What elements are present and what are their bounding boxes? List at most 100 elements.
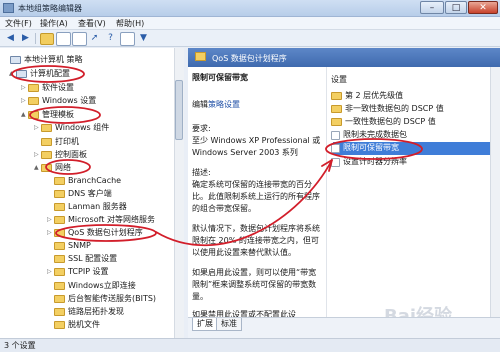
tree-pane: 本地计算机 策略 ▲ 计算机配置 ▷ 软件设置 ▷ Windows 设置 ▲ 管理模板 … — [0, 48, 184, 338]
tree-item-label: BranchCache — [68, 176, 122, 185]
tree-item-label: 计算机配置 — [30, 69, 70, 78]
folder-icon — [54, 177, 65, 185]
tree-item-label: 脱机文件 — [68, 320, 100, 329]
expand-icon[interactable]: ▷ — [21, 95, 28, 107]
tree-item-link-layer-topology[interactable]: 链路层拓扑发现 — [47, 306, 124, 318]
maximize-button[interactable]: □ — [445, 1, 467, 14]
tree-item-branchcache[interactable]: BranchCache — [47, 175, 121, 187]
setting-row-layer2-priority[interactable]: 第 2 层优先级值 — [331, 90, 403, 102]
folder-icon — [54, 308, 65, 316]
help-icon[interactable]: ? — [104, 32, 117, 44]
tree-item-admin-templates[interactable]: ▲ 管理模板 — [21, 109, 74, 121]
collapse-icon[interactable]: ▲ — [21, 109, 28, 121]
setting-row-dscp-conforming[interactable]: 一致性数据包的 DSCP 值 — [331, 116, 436, 128]
tree-item-offline-files[interactable]: 脱机文件 — [47, 319, 100, 331]
menu-bar: 文件(F) 操作(A) 查看(V) 帮助(H) — [0, 17, 500, 30]
setting-icon — [331, 131, 340, 140]
edit-policy-link[interactable]: 策略设置 — [208, 100, 240, 109]
folder-icon — [54, 295, 65, 303]
folder-icon — [54, 268, 65, 276]
collapse-icon[interactable]: ▲ — [34, 162, 41, 174]
tree-item-label: 链路层拓扑发现 — [68, 307, 124, 316]
setting-icon — [331, 144, 340, 153]
properties-icon[interactable] — [72, 32, 87, 46]
setting-label: 非一致性数据包的 DSCP 值 — [345, 104, 444, 113]
tree-item-snmp[interactable]: SNMP — [47, 240, 91, 252]
folder-icon — [54, 242, 65, 250]
menu-action[interactable]: 操作(A) — [40, 18, 68, 29]
view-icon[interactable] — [120, 32, 135, 46]
tree-item-windows-connect-now[interactable]: Windows立即连接 — [47, 280, 136, 292]
default-text: 默认情况下，数据包计划程序将系统限制在 20% 的连接带宽之内，但可以使用此设置… — [192, 224, 320, 257]
export-list-icon[interactable]: ➚ — [88, 32, 101, 44]
setting-label: 限制未完成数据包 — [343, 130, 407, 139]
tree-item-windows-components[interactable]: ▷ Windows 组件 — [34, 122, 109, 134]
tree-item-label: 管理模板 — [42, 110, 74, 119]
menu-help[interactable]: 帮助(H) — [116, 18, 144, 29]
folder-icon — [28, 97, 39, 105]
tree-item-lanman-server[interactable]: Lanman 服务器 — [47, 201, 127, 213]
disabled-text: 如果禁用此设置或不配置此设 — [192, 310, 296, 317]
tree-item-computer-config[interactable]: ▲ 计算机配置 — [9, 68, 70, 80]
settings-column-header[interactable]: 设置 — [331, 74, 347, 86]
expand-icon[interactable]: ▷ — [34, 149, 41, 161]
setting-row-dscp-nonconforming[interactable]: 非一致性数据包的 DSCP 值 — [331, 103, 444, 115]
tab-standard[interactable]: 标准 — [216, 318, 242, 331]
tree-item-tcpip[interactable]: ▷ TCPIP 设置 — [47, 266, 109, 278]
tree-item-printers[interactable]: 打印机 — [34, 136, 79, 148]
tree-item-bits[interactable]: 后台智能传送服务(BITS) — [47, 293, 156, 305]
tree-item-label: 网络 — [55, 163, 71, 172]
folder-icon — [331, 105, 342, 113]
tree-item-label: Windows 组件 — [55, 123, 110, 132]
folder-icon — [54, 216, 65, 224]
show-hide-tree-icon[interactable] — [56, 32, 71, 46]
setting-row-limit-outstanding[interactable]: 限制未完成数据包 — [331, 129, 407, 141]
folder-icon — [41, 124, 52, 132]
tree-item-qos[interactable]: ▷ QoS 数据包计划程序 — [47, 227, 143, 239]
expand-icon[interactable]: ▷ — [47, 214, 54, 226]
folder-icon — [54, 255, 65, 263]
filter-icon[interactable]: ▼ — [137, 32, 150, 44]
folder-icon — [54, 203, 65, 211]
tree-item-label: 软件设置 — [42, 83, 74, 92]
setting-row-limit-bandwidth[interactable]: 限制可保留带宽 — [331, 142, 399, 154]
tree-item-dns-client[interactable]: DNS 客户端 — [47, 188, 112, 200]
expand-icon[interactable]: ▷ — [34, 122, 41, 134]
detail-header-title: QoS 数据包计划程序 — [212, 54, 287, 63]
setting-row-timer-resolution[interactable]: 设置计时器分辨率 — [331, 156, 407, 168]
tree-scrollbar-thumb[interactable] — [175, 80, 183, 140]
tree-item-ssl[interactable]: SSL 配置设置 — [47, 253, 117, 265]
collapse-icon[interactable]: ▲ — [9, 68, 16, 80]
tab-extended[interactable]: 扩展 — [192, 318, 218, 331]
app-icon — [3, 3, 14, 13]
tree-item-peer-networking[interactable]: ▷ Microsoft 对等网络服务 — [47, 214, 155, 226]
folder-icon — [54, 282, 65, 290]
tree-item-control-panel[interactable]: ▷ 控制面板 — [34, 149, 87, 161]
up-folder-icon[interactable] — [40, 33, 54, 45]
tree-item-local-policy[interactable]: 本地计算机 策略 — [3, 54, 83, 66]
computer-icon — [10, 56, 21, 64]
edit-policy-line: 编辑策略设置 — [192, 99, 324, 111]
folder-icon — [41, 138, 52, 146]
expand-icon[interactable]: ▷ — [47, 266, 54, 278]
edit-prefix: 编辑 — [192, 100, 208, 109]
setting-label: 设置计时器分辨率 — [343, 157, 407, 166]
expand-icon[interactable]: ▷ — [47, 227, 54, 239]
forward-arrow-icon[interactable]: ▶ — [19, 32, 32, 44]
folder-icon — [195, 52, 206, 61]
tree-item-label: 打印机 — [55, 137, 79, 146]
settings-scrollbar[interactable] — [490, 67, 500, 317]
tree-item-software-settings[interactable]: ▷ 软件设置 — [21, 82, 74, 94]
toolbar-separator — [35, 33, 36, 44]
tree-item-windows-settings[interactable]: ▷ Windows 设置 — [21, 95, 96, 107]
description-title: 限制可保留带宽 — [192, 73, 248, 82]
folder-icon — [28, 111, 39, 119]
tree-item-network[interactable]: ▲ 网络 — [34, 162, 71, 174]
back-arrow-icon[interactable]: ◀ — [4, 32, 17, 44]
minimize-button[interactable]: – — [420, 1, 444, 14]
expand-icon[interactable]: ▷ — [21, 82, 28, 94]
close-button[interactable]: ✕ — [468, 1, 498, 14]
menu-file[interactable]: 文件(F) — [5, 18, 32, 29]
description-pane: 限制可保留带宽 编辑策略设置 要求: 至少 Windows XP Profess… — [188, 67, 326, 317]
menu-view[interactable]: 查看(V) — [78, 18, 106, 29]
